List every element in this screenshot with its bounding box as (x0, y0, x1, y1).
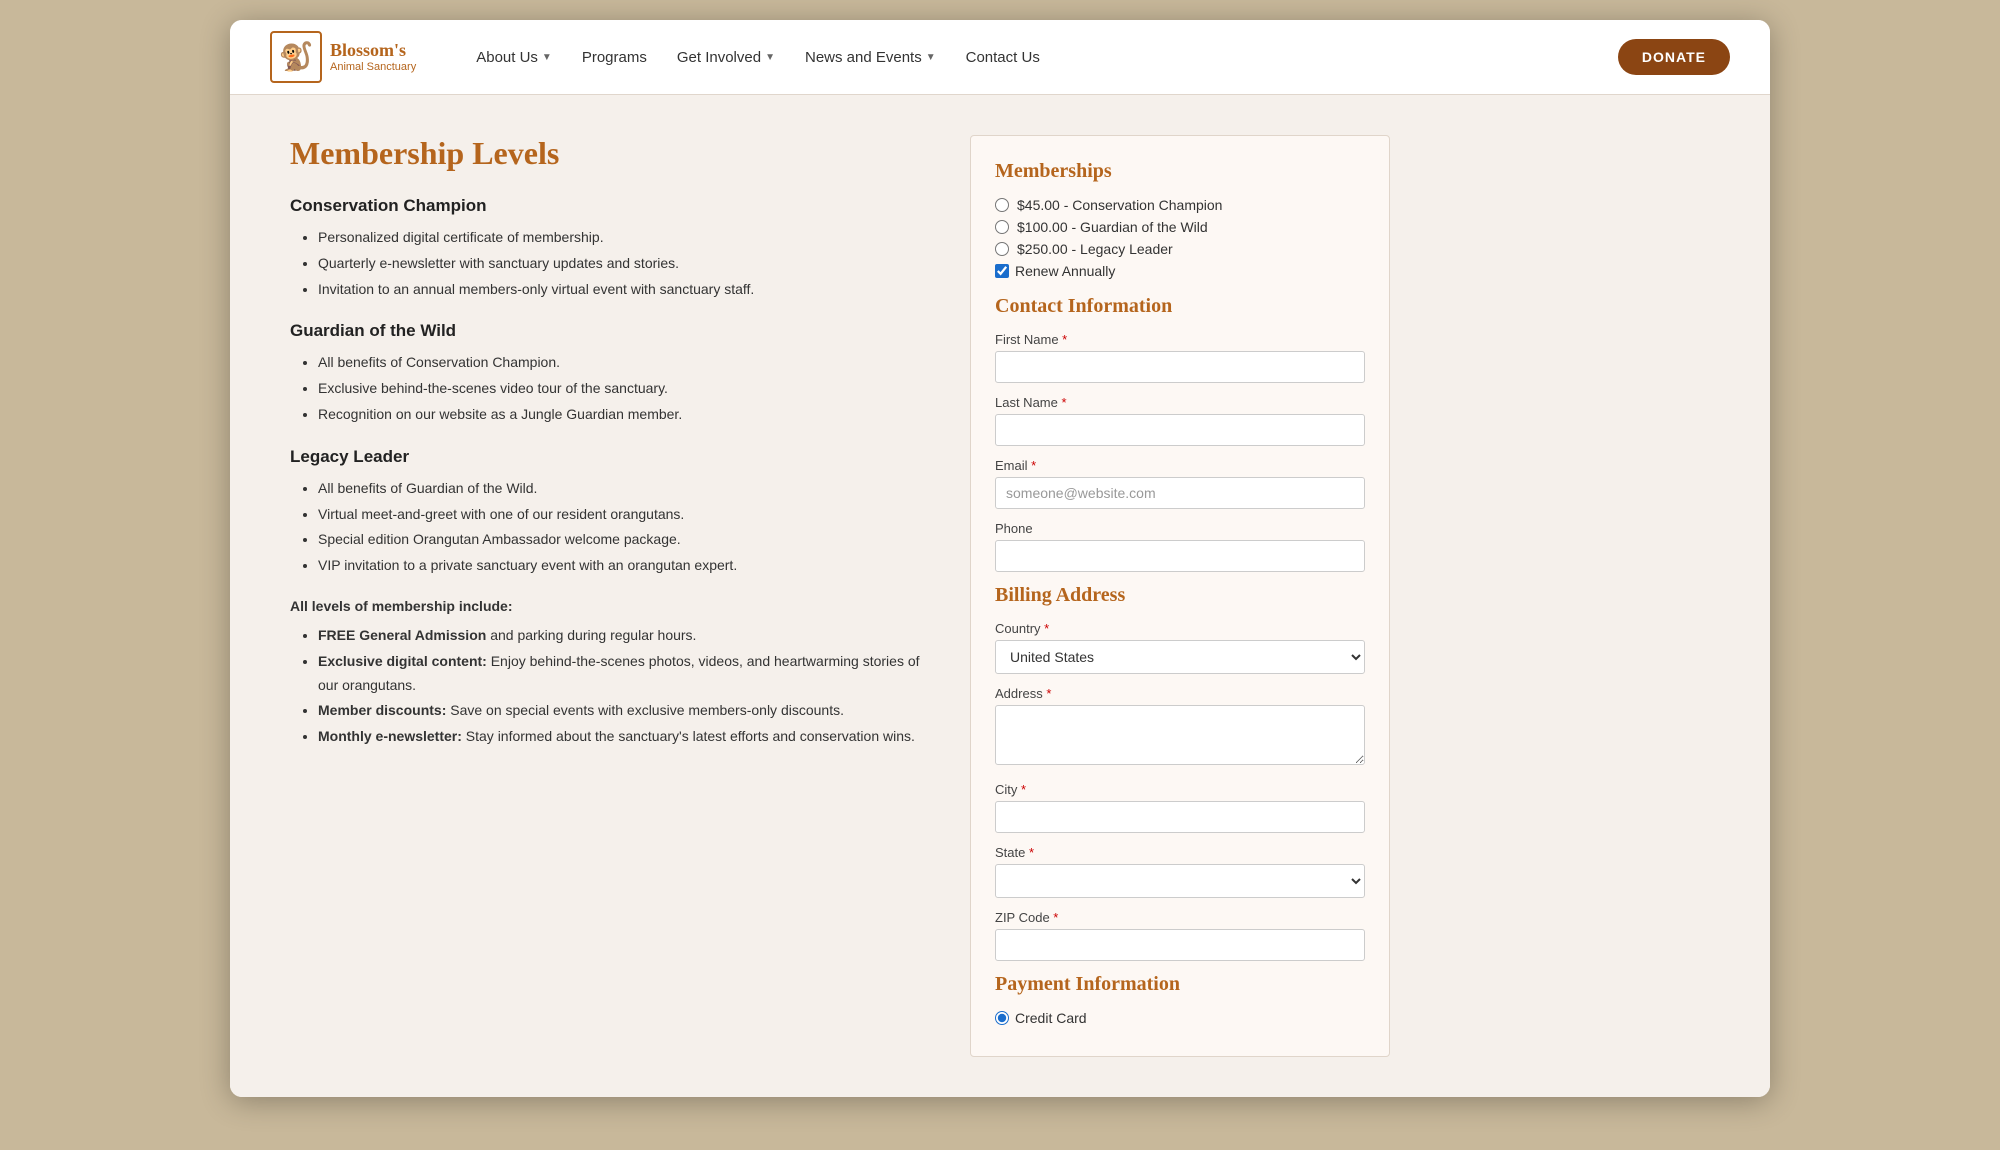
nav-contact-us[interactable]: Contact Us (966, 49, 1040, 66)
nav-news-events[interactable]: News and Events ▼ (805, 49, 936, 66)
country-select[interactable]: United States Canada United Kingdom Aust… (995, 640, 1365, 674)
list-item: VIP invitation to a private sanctuary ev… (318, 554, 930, 578)
payment-section-title: Payment Information (995, 973, 1365, 996)
required-marker: * (1058, 395, 1067, 410)
right-column: Memberships $45.00 - Conservation Champi… (970, 135, 1390, 1057)
page-title: Membership Levels (290, 135, 930, 172)
last-name-label: Last Name * (995, 395, 1365, 410)
renew-annually-row: Renew Annually (995, 263, 1365, 279)
city-label: City * (995, 782, 1365, 797)
address-label: Address * (995, 686, 1365, 701)
main-content: Membership Levels Conservation Champion … (230, 95, 1770, 1097)
payment-credit-card-label: Credit Card (1015, 1010, 1087, 1026)
list-item: Monthly e-newsletter: Stay informed abou… (318, 725, 930, 749)
zip-label: ZIP Code * (995, 910, 1365, 925)
nav-get-involved[interactable]: Get Involved ▼ (677, 49, 775, 66)
browser-frame: 🐒 Blossom's Animal Sanctuary About Us ▼ … (230, 20, 1770, 1097)
bold-term: Exclusive digital content: (318, 653, 487, 669)
list-item: All benefits of Guardian of the Wild. (318, 477, 930, 501)
renew-annually-label: Renew Annually (1015, 263, 1115, 279)
guardian-title: Guardian of the Wild (290, 321, 930, 341)
logo[interactable]: 🐒 Blossom's Animal Sanctuary (270, 31, 416, 83)
list-item: Member discounts: Save on special events… (318, 699, 930, 723)
address-input[interactable] (995, 705, 1365, 765)
required-marker: * (1059, 332, 1068, 347)
membership-radio-45[interactable] (995, 198, 1009, 212)
bold-term: Member discounts: (318, 702, 446, 718)
first-name-input[interactable] (995, 351, 1365, 383)
state-select[interactable]: Alabama Alaska Arizona California Colora… (995, 864, 1365, 898)
country-label: Country * (995, 621, 1365, 636)
list-item: Exclusive digital content: Enjoy behind-… (318, 650, 930, 698)
email-label: Email * (995, 458, 1365, 473)
renew-annually-checkbox[interactable] (995, 264, 1009, 278)
required-marker: * (1043, 686, 1052, 701)
required-marker: * (1050, 910, 1059, 925)
last-name-input[interactable] (995, 414, 1365, 446)
navbar: 🐒 Blossom's Animal Sanctuary About Us ▼ … (230, 20, 1770, 95)
payment-radio-credit-card[interactable] (995, 1011, 1009, 1025)
membership-option-100-label: $100.00 - Guardian of the Wild (1017, 219, 1208, 235)
all-levels-list: FREE General Admission and parking durin… (290, 624, 930, 749)
left-column: Membership Levels Conservation Champion … (290, 135, 930, 1057)
contact-section-title: Contact Information (995, 295, 1365, 318)
membership-option-45-label: $45.00 - Conservation Champion (1017, 197, 1222, 213)
nav-links: About Us ▼ Programs Get Involved ▼ News … (476, 49, 1618, 66)
legacy-title: Legacy Leader (290, 447, 930, 467)
payment-credit-card-row: Credit Card (995, 1010, 1365, 1026)
bold-term: Monthly e-newsletter: (318, 728, 462, 744)
bold-term: FREE General Admission (318, 627, 486, 643)
required-marker: * (1025, 845, 1034, 860)
membership-radio-250[interactable] (995, 242, 1009, 256)
nav-about-us[interactable]: About Us ▼ (476, 49, 552, 66)
state-label: State * (995, 845, 1365, 860)
phone-input[interactable] (995, 540, 1365, 572)
donate-button[interactable]: DONATE (1618, 39, 1730, 75)
list-item: All benefits of Conservation Champion. (318, 351, 930, 375)
membership-form-card: Memberships $45.00 - Conservation Champi… (970, 135, 1390, 1057)
list-item: Virtual meet-and-greet with one of our r… (318, 503, 930, 527)
first-name-label: First Name * (995, 332, 1365, 347)
list-item: Exclusive behind-the-scenes video tour o… (318, 377, 930, 401)
list-item: FREE General Admission and parking durin… (318, 624, 930, 648)
required-marker: * (1017, 782, 1026, 797)
required-marker: * (1041, 621, 1050, 636)
city-input[interactable] (995, 801, 1365, 833)
dropdown-arrow-icon: ▼ (542, 52, 552, 63)
logo-name: Blossom's (330, 41, 416, 61)
membership-radio-100[interactable] (995, 220, 1009, 234)
phone-label: Phone (995, 521, 1365, 536)
list-item: Special edition Orangutan Ambassador wel… (318, 528, 930, 552)
membership-option-45: $45.00 - Conservation Champion (995, 197, 1365, 213)
guardian-list: All benefits of Conservation Champion. E… (290, 351, 930, 426)
logo-subtitle: Animal Sanctuary (330, 61, 416, 73)
conservation-list: Personalized digital certificate of memb… (290, 226, 930, 301)
list-item: Quarterly e-newsletter with sanctuary up… (318, 252, 930, 276)
all-levels-title: All levels of membership include: (290, 598, 930, 614)
logo-icon: 🐒 (270, 31, 322, 83)
logo-text: Blossom's Animal Sanctuary (330, 41, 416, 73)
dropdown-arrow-icon: ▼ (926, 52, 936, 63)
conservation-title: Conservation Champion (290, 196, 930, 216)
dropdown-arrow-icon: ▼ (765, 52, 775, 63)
nav-programs[interactable]: Programs (582, 49, 647, 66)
membership-option-250-label: $250.00 - Legacy Leader (1017, 241, 1173, 257)
list-item: Recognition on our website as a Jungle G… (318, 403, 930, 427)
membership-option-100: $100.00 - Guardian of the Wild (995, 219, 1365, 235)
memberships-section-title: Memberships (995, 160, 1365, 183)
required-marker: * (1028, 458, 1037, 473)
legacy-list: All benefits of Guardian of the Wild. Vi… (290, 477, 930, 578)
zip-input[interactable] (995, 929, 1365, 961)
list-item: Personalized digital certificate of memb… (318, 226, 930, 250)
billing-section-title: Billing Address (995, 584, 1365, 607)
email-input[interactable] (995, 477, 1365, 509)
list-item: Invitation to an annual members-only vir… (318, 278, 930, 302)
membership-option-250: $250.00 - Legacy Leader (995, 241, 1365, 257)
